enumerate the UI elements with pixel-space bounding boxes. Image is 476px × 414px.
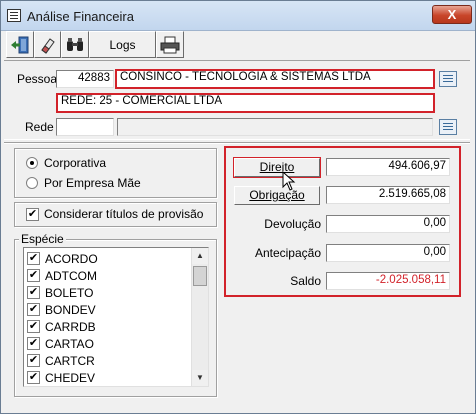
- especie-scrollbar[interactable]: ▲ ▼: [191, 248, 208, 386]
- rede-code-field[interactable]: [56, 118, 114, 136]
- printer-icon: [160, 36, 180, 53]
- logs-button[interactable]: Logs: [89, 31, 156, 58]
- especie-name: CARRDB: [45, 320, 96, 334]
- rede-lookup-button[interactable]: [439, 119, 457, 135]
- list-item[interactable]: ✔ CARRDB: [27, 318, 187, 335]
- list-item[interactable]: ✔ BOLETO: [27, 284, 187, 301]
- eraser-icon: [40, 37, 55, 54]
- especie-name: CARTCR: [45, 354, 95, 368]
- especie-name: BONDEV: [45, 303, 96, 317]
- especie-checkbox[interactable]: ✔: [27, 303, 40, 316]
- direito-highlight: [233, 157, 321, 178]
- pessoa-code-field[interactable]: 42883: [56, 70, 114, 88]
- por-empresa-radio[interactable]: [26, 177, 38, 189]
- por-empresa-label: Por Empresa Mãe: [44, 176, 141, 190]
- especie-name: ACORDO: [45, 252, 98, 266]
- corporativa-label: Corporativa: [44, 156, 107, 170]
- pessoa-name-highlight: [115, 69, 435, 89]
- list-item[interactable]: ✔ ADTCOM: [27, 267, 187, 284]
- rede-info-highlight: [56, 93, 435, 113]
- especie-checkbox[interactable]: ✔: [27, 337, 40, 350]
- considerar-provisao-label: Considerar títulos de provisão: [44, 207, 204, 221]
- logs-label: Logs: [109, 38, 136, 52]
- scroll-up-arrow-icon[interactable]: ▲: [192, 248, 208, 264]
- binoculars-icon: [67, 37, 83, 51]
- obrigacao-value: 2.519.665,08: [326, 186, 450, 204]
- window-title: Análise Financeira: [27, 9, 134, 24]
- list-item[interactable]: ✔ CARTCR: [27, 352, 187, 369]
- obrigacao-label: Obrigação: [249, 188, 305, 202]
- exit-door-icon: [11, 36, 29, 53]
- toolbar: Logs: [4, 31, 474, 59]
- devolucao-value: 0,00: [326, 215, 450, 233]
- especie-checkbox[interactable]: ✔: [27, 269, 40, 282]
- pessoa-label: Pessoa: [17, 72, 58, 86]
- especie-checkbox[interactable]: ✔: [27, 252, 40, 265]
- especie-checkbox[interactable]: ✔: [27, 286, 40, 299]
- especie-checkbox[interactable]: ✔: [27, 320, 40, 333]
- title-bar: Análise Financeira X: [1, 1, 475, 31]
- print-button[interactable]: [156, 31, 184, 58]
- analise-financeira-window: Análise Financeira X Logs Pessoa 42883 C…: [0, 0, 476, 414]
- rede-label: Rede: [25, 120, 54, 134]
- especie-name: BOLETO: [45, 286, 94, 300]
- especie-list[interactable]: ✔ ACORDO ✔ ADTCOM ✔ BOLETO ✔ BONDEV ✔ CARRDB …: [23, 247, 209, 387]
- window-form-icon: [7, 9, 21, 22]
- scroll-thumb[interactable]: [193, 266, 207, 286]
- saldo-label: Saldo: [290, 274, 321, 288]
- especie-checkbox[interactable]: ✔: [27, 371, 40, 384]
- direito-value: 494.606,97: [326, 158, 450, 176]
- rede-name-field: [117, 118, 433, 136]
- list-item[interactable]: ✔ CARTAO: [27, 335, 187, 352]
- devolucao-label: Devolução: [264, 217, 321, 231]
- separator: [4, 142, 470, 144]
- close-button[interactable]: X: [432, 5, 472, 24]
- obrigacao-button[interactable]: Obrigação: [234, 186, 320, 205]
- scroll-down-arrow-icon[interactable]: ▼: [192, 370, 208, 386]
- especie-name: CARTAO: [45, 337, 94, 351]
- list-item[interactable]: ✔ BONDEV: [27, 301, 187, 318]
- mouse-cursor-icon: [282, 171, 296, 191]
- list-item[interactable]: ✔ CHEDEV: [27, 369, 187, 386]
- list-item[interactable]: ✔ ACORDO: [27, 250, 187, 267]
- considerar-provisao-checkbox[interactable]: ✔: [26, 208, 39, 221]
- saldo-value: -2.025.058,11: [326, 272, 450, 290]
- especie-label: Espécie: [19, 232, 66, 246]
- especie-checkbox[interactable]: ✔: [27, 354, 40, 367]
- antecipacao-label: Antecipação: [254, 246, 321, 260]
- edit-button[interactable]: [34, 31, 61, 58]
- especie-name: ADTCOM: [45, 269, 97, 283]
- exit-button[interactable]: [6, 31, 34, 58]
- pessoa-lookup-button[interactable]: [439, 71, 457, 87]
- corporativa-radio[interactable]: [26, 157, 38, 169]
- search-button[interactable]: [61, 31, 89, 58]
- especie-name: CHEDEV: [45, 371, 96, 385]
- antecipacao-value: 0,00: [326, 244, 450, 262]
